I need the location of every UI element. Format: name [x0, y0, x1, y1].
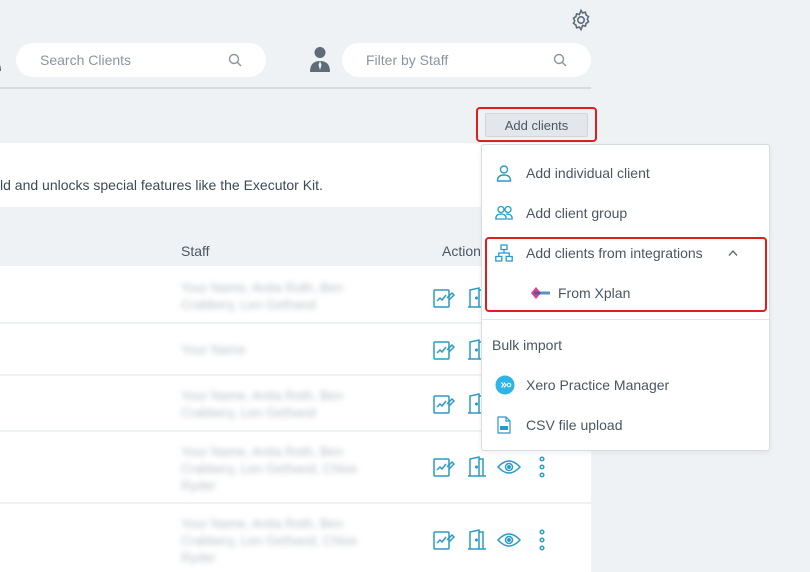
filter-staff-input[interactable] — [366, 43, 536, 77]
column-header-staff: Staff — [181, 243, 210, 259]
eye-icon[interactable] — [497, 528, 521, 552]
more-options-icon[interactable] — [530, 455, 554, 479]
menu-item-add-individual-client[interactable]: Add individual client — [482, 156, 769, 190]
integrations-highlight — [485, 237, 767, 312]
xero-logo — [495, 375, 515, 395]
user-icon — [0, 64, 1, 71]
edit-document-icon[interactable] — [431, 286, 455, 310]
door-icon[interactable] — [465, 528, 489, 552]
menu-item-add-client-group[interactable]: Add client group — [482, 196, 769, 230]
eye-icon[interactable] — [497, 455, 521, 479]
menu-divider — [482, 319, 769, 320]
search-icon[interactable] — [553, 53, 567, 67]
row-staff: Your Name, Anita Roth, Ben Crabbery, Len… — [181, 388, 344, 420]
search-clients-field[interactable] — [16, 43, 266, 77]
edit-document-icon[interactable] — [431, 392, 455, 416]
menu-item-label: Add individual client — [526, 165, 650, 181]
search-input[interactable] — [40, 43, 210, 77]
menu-item-xero-practice-manager[interactable]: Xero Practice Manager — [482, 368, 769, 402]
filter-staff-field[interactable] — [342, 43, 591, 77]
edit-document-icon[interactable] — [431, 528, 455, 552]
search-icon[interactable] — [228, 53, 242, 67]
column-header-actions: Action — [442, 243, 481, 259]
menu-item-label: Add client group — [526, 205, 628, 221]
user-icon — [496, 165, 512, 182]
csv-file-icon — [497, 416, 511, 434]
staff-person-icon — [310, 47, 330, 72]
users-icon — [495, 205, 513, 220]
add-clients-button[interactable]: Add clients — [485, 113, 588, 137]
row-staff: Your Name — [181, 342, 246, 357]
banner-text: ld and unlocks special features like the… — [0, 177, 323, 193]
add-clients-highlight: Add clients — [476, 107, 597, 142]
gear-icon[interactable] — [569, 8, 593, 32]
edit-document-icon[interactable] — [431, 455, 455, 479]
row-staff: Your Name, Anita Roth, Ben Crabbery, Len… — [181, 516, 358, 565]
more-options-icon[interactable] — [530, 528, 554, 552]
row-staff: Your Name, Anita Roth, Ben Crabbery, Len… — [181, 280, 344, 312]
bulk-import-heading: Bulk import — [492, 337, 563, 353]
header-divider — [0, 87, 591, 89]
menu-item-label: CSV file upload — [526, 417, 623, 433]
menu-item-label: Xero Practice Manager — [526, 377, 670, 393]
edit-document-icon[interactable] — [431, 338, 455, 362]
door-icon[interactable] — [465, 455, 489, 479]
menu-item-csv-file-upload[interactable]: CSV file upload — [482, 408, 769, 442]
row-staff: Your Name, Anita Roth, Ben Crabbery, Len… — [181, 444, 358, 493]
